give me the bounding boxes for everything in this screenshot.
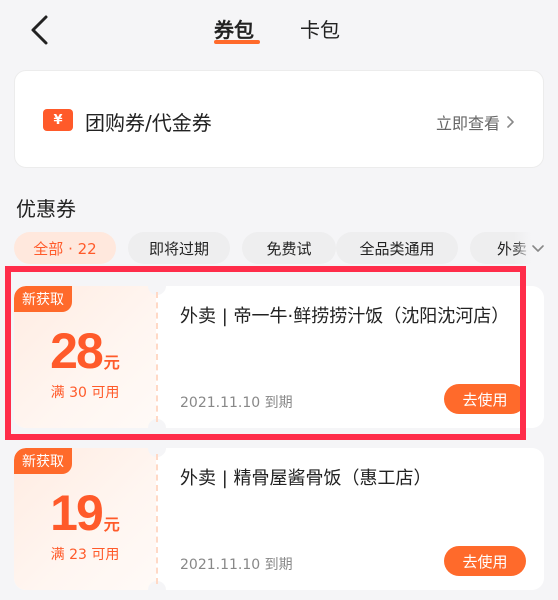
tab-coupon-pack[interactable]: 券包 [214,14,254,43]
coupon-title: 外卖 | 精骨屋酱骨饭（惠工店） [180,468,432,489]
coupon-card[interactable]: 新获取 19 元 满 23 可用 外卖 | 精骨屋酱骨饭（惠工店） 2021.11… [14,448,544,590]
view-now-link[interactable]: 立即查看 [436,110,515,134]
new-tag: 新获取 [14,448,72,474]
section-title: 优惠券 [16,197,76,221]
filter-chip-all-category[interactable]: 全品类通用 [336,232,458,264]
coupon-amount: 19 元 [14,484,156,542]
back-button[interactable] [22,12,58,48]
filter-chip-expiring[interactable]: 即将过期 [128,232,230,264]
header: 券包 卡包 [0,0,558,62]
group-buy-title: 团购券/代金券 [85,111,212,135]
tab-card-pack[interactable]: 卡包 [300,14,340,43]
chevron-right-icon [507,116,514,128]
chevron-down-icon [532,244,544,252]
coupon-amount-unit: 元 [103,515,120,534]
coupon-threshold: 满 30 可用 [50,385,120,401]
coupon-card[interactable]: 新获取 28 元 满 30 可用 外卖 | 帝一牛·鲜捞捞汁饭（沈阳沈河店） 20… [14,286,544,428]
filter-chip-free-trial[interactable]: 免费试 [242,232,336,264]
coupon-divider [156,292,158,422]
coupon-expiry: 2021.11.10 到期 [180,395,293,411]
coupon-amount: 28 元 [14,322,156,380]
active-tab-indicator [214,40,260,44]
chevron-left-icon [31,15,48,45]
filter-chip-all[interactable]: 全部 · 22 [14,232,116,264]
ticket-icon: ¥ [43,109,73,131]
filter-chips: 全部 · 22 即将过期 免费试 全品类通用 外卖 [14,232,558,266]
group-buy-card[interactable]: ¥ 团购券/代金券 立即查看 [14,70,544,168]
coupon-amount-unit: 元 [103,353,120,372]
coupon-threshold: 满 23 可用 [50,547,120,563]
coupon-amount-value: 28 [50,323,104,379]
coupon-amount-value: 19 [50,485,104,541]
use-coupon-button[interactable]: 去使用 [444,546,526,576]
coupon-divider [156,454,158,584]
ticket-icon-glyph: ¥ [53,112,63,128]
expand-filters-button[interactable] [528,238,548,258]
coupon-title: 外卖 | 帝一牛·鲜捞捞汁饭（沈阳沈河店） [180,306,510,327]
coupon-expiry: 2021.11.10 到期 [180,557,293,573]
use-coupon-button[interactable]: 去使用 [444,384,526,414]
new-tag: 新获取 [14,286,72,312]
view-now-label: 立即查看 [435,114,500,133]
